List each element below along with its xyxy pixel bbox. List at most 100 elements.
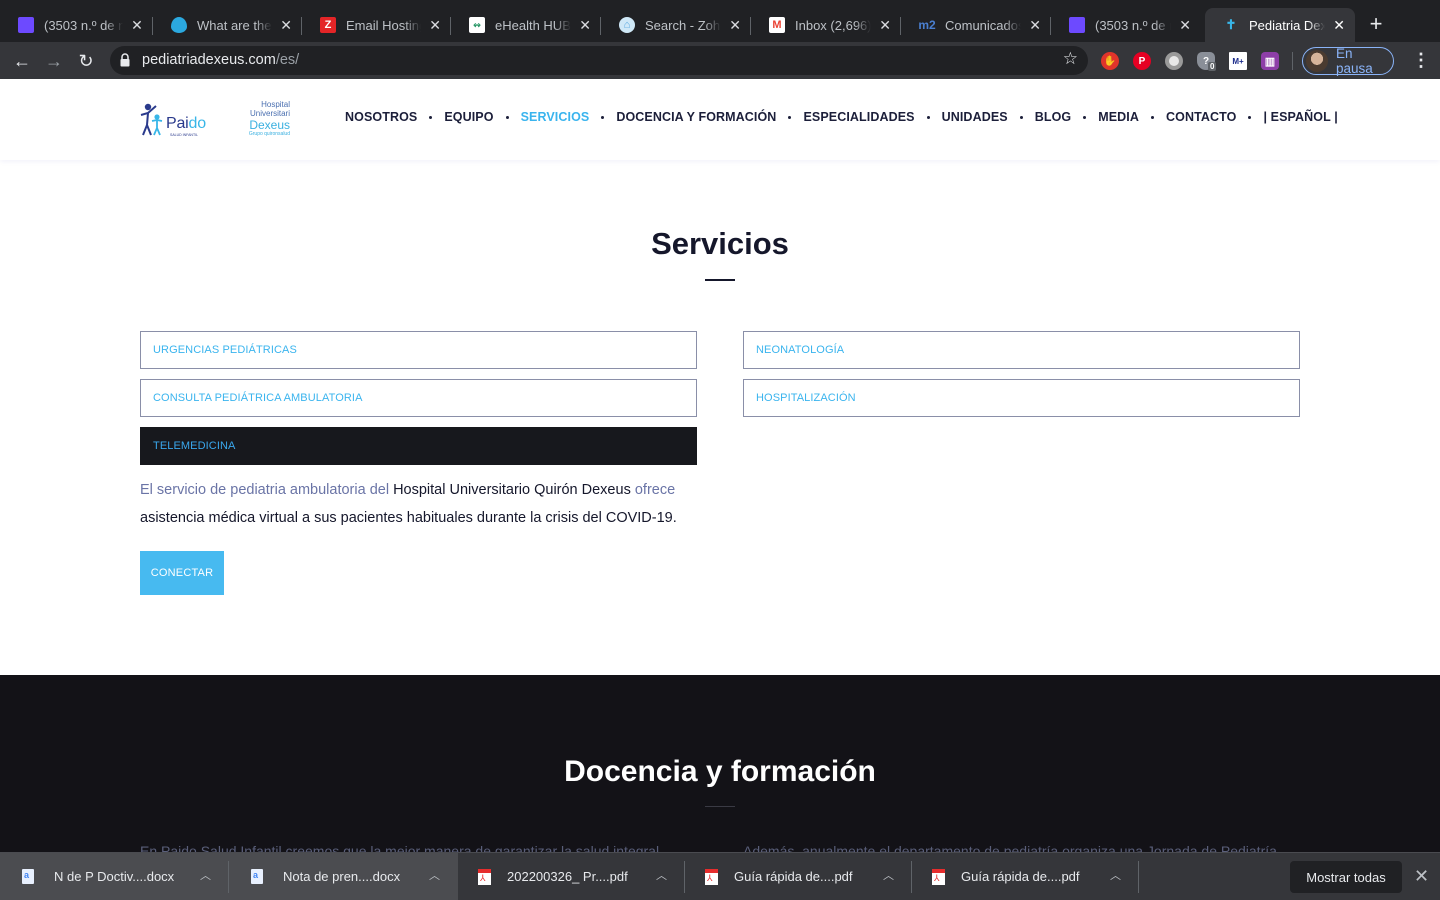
browser-tab[interactable]: What are the di ✕ xyxy=(153,8,302,42)
proton-mail-icon xyxy=(18,17,34,33)
movistar-plus-icon[interactable]: M+ xyxy=(1229,52,1247,70)
nav-equipo[interactable]: EQUIPO xyxy=(444,110,493,124)
zoho-desk-icon: ⌂ xyxy=(619,17,635,33)
analytics-icon[interactable]: ▥ xyxy=(1261,52,1279,70)
show-all-downloads-button[interactable]: Mostrar todas xyxy=(1290,861,1402,893)
pdf-file-icon xyxy=(705,868,718,885)
tab-title: (3503 n.º de no xyxy=(1095,17,1171,33)
download-item[interactable]: N de P Doctiv....docx ︿ xyxy=(0,853,229,900)
download-bar: N de P Doctiv....docx ︿ Nota de pren....… xyxy=(0,852,1440,900)
bookmark-star-icon[interactable]: ☆ xyxy=(1063,49,1078,69)
close-tab-icon[interactable]: ✕ xyxy=(1029,17,1041,34)
browser-tab[interactable]: M Inbox (2,696) - ✕ xyxy=(751,8,901,42)
chevron-up-icon[interactable]: ︿ xyxy=(1110,867,1121,883)
download-item[interactable]: 202200326_ Pr....pdf ︿ xyxy=(458,853,685,900)
pinterest-icon[interactable]: P xyxy=(1133,52,1151,70)
zoho-z-icon: Z xyxy=(320,17,336,33)
nav-nosotros[interactable]: NOSOTROS xyxy=(345,110,417,124)
docx-file-icon xyxy=(251,869,263,884)
url-path: /es/ xyxy=(275,52,300,68)
service-urgencias[interactable]: URGENCIAS PEDIÁTRICAS xyxy=(140,331,697,369)
title-divider xyxy=(705,279,735,281)
url-text[interactable]: pediatriadexeus.com/es/ xyxy=(142,52,299,68)
chevron-up-icon[interactable]: ︿ xyxy=(656,867,667,883)
tab-title: Pediatria Dexeus xyxy=(1249,17,1326,33)
tab-title: eHealth HUB - xyxy=(495,17,572,33)
m2-icon: m2 xyxy=(918,18,936,32)
pdf-file-icon xyxy=(478,868,491,885)
close-tab-icon[interactable]: ✕ xyxy=(131,17,143,34)
paido-wordmark: Paido xyxy=(166,115,206,132)
gmail-icon: M xyxy=(769,17,785,33)
nav-servicios[interactable]: SERVICIOS xyxy=(521,110,590,124)
back-button[interactable]: ← xyxy=(10,49,34,73)
adblock-icon[interactable]: ✋ xyxy=(1101,52,1119,70)
tab-title: (3503 n.º de no xyxy=(44,17,123,33)
service-consulta-ambulatoria[interactable]: CONSULTA PEDIÁTRICA AMBULATORIA xyxy=(140,379,697,417)
toolbar-divider xyxy=(1292,52,1293,70)
browser-tab[interactable]: m2 Comunicados a ✕ xyxy=(901,8,1051,42)
reload-button[interactable]: ↻ xyxy=(74,49,98,73)
tab-title: What are the di xyxy=(197,17,272,33)
lock-icon xyxy=(120,53,130,67)
browser-tab[interactable]: (3503 n.º de no ✕ xyxy=(0,8,153,42)
tab-title: Comunicados a xyxy=(945,17,1022,33)
browser-tab[interactable]: Z Email Hosting | ✕ xyxy=(302,8,451,42)
close-tab-icon[interactable]: ✕ xyxy=(579,17,591,34)
paido-figure-icon xyxy=(140,103,163,136)
browser-tab-active[interactable]: ✝ Pediatria Dexeus ✕ xyxy=(1205,8,1355,42)
service-hospitalizacion[interactable]: HOSPITALIZACIÓN xyxy=(743,379,1300,417)
forward-button[interactable]: → xyxy=(42,49,66,73)
url-host: pediatriadexeus.com xyxy=(142,52,276,68)
nav-docencia[interactable]: DOCENCIA Y FORMACIÓN xyxy=(616,110,776,124)
record-icon[interactable] xyxy=(1165,52,1183,70)
chevron-up-icon[interactable]: ︿ xyxy=(883,867,894,883)
privacy-badge-icon[interactable]: ? 0 xyxy=(1197,52,1217,71)
dexeus-logo[interactable]: Hospital Universitari Dexeus Grupo quiro… xyxy=(240,101,290,137)
tab-title: Email Hosting | xyxy=(346,17,421,33)
docencia-title: Docencia y formación xyxy=(564,755,876,788)
close-download-bar-icon[interactable]: ✕ xyxy=(1414,866,1429,887)
close-tab-icon[interactable]: ✕ xyxy=(729,17,741,34)
main-nav: NOSOTROS EQUIPO SERVICIOS DOCENCIA Y FOR… xyxy=(345,110,1338,124)
close-tab-icon[interactable]: ✕ xyxy=(1333,17,1345,34)
nav-especialidades[interactable]: ESPECIALIDADES xyxy=(803,110,914,124)
close-tab-icon[interactable]: ✕ xyxy=(1179,17,1191,34)
nav-blog[interactable]: BLOG xyxy=(1035,110,1072,124)
pdf-file-icon xyxy=(932,868,945,885)
browser-menu-icon[interactable] xyxy=(1412,50,1430,70)
new-tab-button[interactable]: + xyxy=(1366,13,1386,35)
service-telemedicina[interactable]: TELEMEDICINA xyxy=(140,427,697,465)
site-header: Paido SALUD INFANTIL Hospital Universita… xyxy=(0,79,1440,160)
ehealth-hub-icon: ↭ xyxy=(469,17,485,33)
drupal-icon xyxy=(171,17,187,33)
close-tab-icon[interactable]: ✕ xyxy=(429,17,441,34)
nav-contacto[interactable]: CONTACTO xyxy=(1166,110,1236,124)
connect-button[interactable]: CONECTAR xyxy=(140,551,224,595)
services-title: Servicios xyxy=(651,226,789,261)
tab-title: Inbox (2,696) - xyxy=(795,17,872,33)
profile-button[interactable]: En pausa xyxy=(1302,46,1394,76)
close-tab-icon[interactable]: ✕ xyxy=(879,17,891,34)
tab-title: Search - Zoho xyxy=(645,17,722,33)
telemedicina-description: El servicio de pediatria ambulatoria del… xyxy=(140,482,677,526)
browser-tab[interactable]: ↭ eHealth HUB - ✕ xyxy=(451,8,601,42)
browser-tab[interactable]: ⌂ Search - Zoho ✕ xyxy=(601,8,751,42)
download-item[interactable]: Guía rápida de....pdf ︿ xyxy=(912,853,1139,900)
proton-mail-icon xyxy=(1069,17,1085,33)
nav-unidades[interactable]: UNIDADES xyxy=(942,110,1008,124)
nav-media[interactable]: MEDIA xyxy=(1098,110,1139,124)
close-tab-icon[interactable]: ✕ xyxy=(280,17,292,34)
title-divider xyxy=(705,806,735,807)
browser-tab[interactable]: (3503 n.º de no ✕ xyxy=(1051,8,1201,42)
service-neonatologia[interactable]: NEONATOLOGÍA xyxy=(743,331,1300,369)
chevron-up-icon[interactable]: ︿ xyxy=(429,867,440,883)
address-bar[interactable]: pediatriadexeus.com/es/ ☆ xyxy=(110,46,1088,75)
profile-status: En pausa xyxy=(1335,46,1373,76)
chevron-up-icon[interactable]: ︿ xyxy=(200,867,211,883)
nav-language[interactable]: | ESPAÑOL | xyxy=(1263,110,1337,124)
download-item[interactable]: Nota de pren....docx ︿ xyxy=(229,853,458,900)
download-item[interactable]: Guía rápida de....pdf ︿ xyxy=(685,853,912,900)
paido-logo[interactable]: Paido SALUD INFANTIL xyxy=(140,103,212,137)
paido-icon: ✝ xyxy=(1225,17,1237,32)
